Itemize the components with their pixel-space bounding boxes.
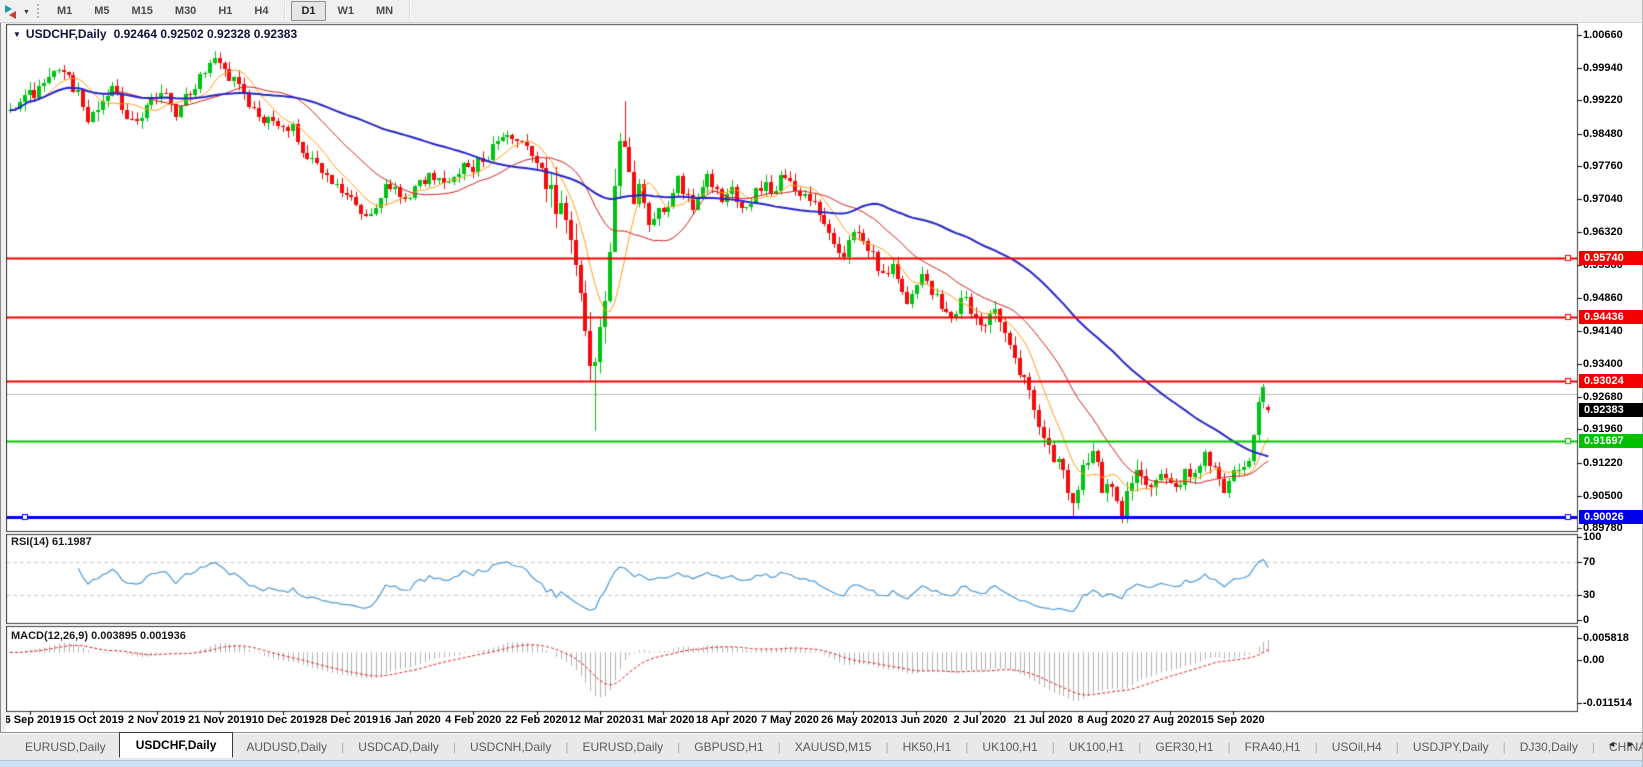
date-axis-label: 7 May 2020 <box>761 714 819 726</box>
chart-title: ▼ USDCHF,Daily 0.92464 0.92502 0.92328 0.9… <box>13 27 297 41</box>
date-axis-label: 27 Aug 2020 <box>1138 714 1202 726</box>
chart-tab-hk50-h1[interactable]: HK50,H1 <box>890 736 965 758</box>
date-axis-label: 4 Feb 2020 <box>445 714 501 726</box>
date-axis-label: 15 Oct 2019 <box>63 714 124 726</box>
rsi-axis-label: 0 <box>1583 614 1589 626</box>
chart-tab-usdcad-daily[interactable]: USDCAD,Daily <box>345 736 452 758</box>
date-axis-label: 12 Mar 2020 <box>569 714 631 726</box>
chart-tab-uk100-h1[interactable]: UK100,H1 <box>969 736 1050 758</box>
date-axis-label: 15 Sep 2020 <box>1202 714 1265 726</box>
chart-tab-usdchf-daily[interactable]: USDCHF,Daily <box>119 732 234 758</box>
date-axis-label: 2 Jul 2020 <box>954 714 1007 726</box>
toolbar-grip[interactable] <box>37 4 39 18</box>
price-axis-label: 0.96320 <box>1583 226 1623 238</box>
symbol-period-label: USDCHF,Daily <box>26 27 107 41</box>
date-axis-label: 26 May 2020 <box>821 714 885 726</box>
timeframe-button-m30[interactable]: M30 <box>165 1 206 21</box>
date-axis-label: 18 Apr 2020 <box>696 714 757 726</box>
price-axis-label: 0.91220 <box>1583 457 1623 469</box>
price-axis-label: 0.94140 <box>1583 325 1623 337</box>
price-line-tag: 0.95740 <box>1579 251 1643 265</box>
macd-axis-label: -0.011514 <box>1583 697 1632 709</box>
date-axis-label: 26 Sep 2019 <box>0 714 62 726</box>
date-axis-label: 10 Dec 2019 <box>252 714 315 726</box>
chart-tab-eurusd-daily[interactable]: EURUSD,Daily <box>569 736 676 758</box>
chart-shift-icon[interactable] <box>3 3 21 19</box>
chart-tab-uk100-h1[interactable]: UK100,H1 <box>1056 736 1137 758</box>
price-axis-label: 0.97040 <box>1583 193 1623 205</box>
price-axis-label: 0.99940 <box>1583 62 1623 74</box>
macd-indicator-label: MACD(12,26,9) 0.003895 0.001936 <box>11 630 186 642</box>
toolbar-separator <box>409 2 410 20</box>
date-axis-label: 31 Mar 2020 <box>632 714 694 726</box>
price-axis-label: 0.98480 <box>1583 128 1623 140</box>
price-axis-label: 0.93400 <box>1583 358 1623 370</box>
price-axis-label: 0.99220 <box>1583 94 1623 106</box>
date-axis-label: 21 Nov 2019 <box>188 714 252 726</box>
chevron-down-icon[interactable]: ▼ <box>23 9 30 16</box>
timeframe-button-m1[interactable]: M1 <box>47 1 82 21</box>
chart-tab-dj30-daily[interactable]: DJ30,Daily <box>1507 736 1591 758</box>
date-axis-label: 2 Nov 2019 <box>128 714 185 726</box>
tab-scroll-left-icon[interactable]: ◄ <box>1607 739 1616 749</box>
price-axis-label: 1.00660 <box>1583 29 1623 41</box>
price-axis-label: 0.94860 <box>1583 292 1623 304</box>
price-axis-label: 0.92680 <box>1583 391 1623 403</box>
window-left-edge <box>0 22 6 732</box>
rsi-axis-label: 100 <box>1583 531 1601 543</box>
tab-scroll-right-icon[interactable]: ► <box>1626 739 1635 749</box>
timeframe-button-w1[interactable]: W1 <box>328 1 365 21</box>
rsi-axis-label: 30 <box>1583 589 1595 601</box>
date-axis-label: 8 Aug 2020 <box>1078 714 1136 726</box>
timeframe-buttons: M1M5M15M30H1H4 D1W1MN <box>46 1 415 21</box>
status-strip <box>0 760 1642 767</box>
chart-tab-eurusd-daily[interactable]: EURUSD,Daily <box>12 736 119 758</box>
ohlc-values: 0.92464 0.92502 0.92328 0.92383 <box>114 27 298 41</box>
current-price-tag: 0.92383 <box>1579 403 1643 417</box>
chart-tab-fra40-h1[interactable]: FRA40,H1 <box>1232 736 1314 758</box>
chart-tab-usoil-h4[interactable]: USOil,H4 <box>1319 736 1395 758</box>
date-axis-label: 28 Dec 2019 <box>315 714 378 726</box>
chart-tab-audusd-daily[interactable]: AUDUSD,Daily <box>233 736 340 758</box>
macd-axis-label: 0.005818 <box>1583 632 1629 644</box>
price-axis-label: 0.90500 <box>1583 490 1623 502</box>
price-line-tag: 0.93024 <box>1579 374 1643 388</box>
timeframe-button-d1[interactable]: D1 <box>291 1 325 21</box>
toolbar-separator <box>284 2 285 20</box>
rsi-indicator-label: RSI(14) 61.1987 <box>11 536 92 548</box>
timeframe-button-m5[interactable]: M5 <box>84 1 119 21</box>
chart-tab-xauusd-m15[interactable]: XAUUSD,M15 <box>782 736 885 758</box>
tab-scroll-arrows: ◄ ► <box>1607 739 1635 749</box>
price-axis-label: 0.97760 <box>1583 160 1623 172</box>
timeframe-button-h4[interactable]: H4 <box>244 1 278 21</box>
chart-tab-usdcnh-daily[interactable]: USDCNH,Daily <box>457 736 564 758</box>
timeframe-button-h1[interactable]: H1 <box>208 1 242 21</box>
collapse-triangle-icon[interactable]: ▼ <box>13 30 21 39</box>
rsi-axis-label: 70 <box>1583 556 1595 568</box>
price-line-tag: 0.94436 <box>1579 310 1643 324</box>
red-arrow-icon <box>9 11 16 19</box>
timeframe-button-m15[interactable]: M15 <box>122 1 163 21</box>
date-axis-label: 22 Feb 2020 <box>505 714 567 726</box>
chart-tabs-bar: EURUSD,DailyUSDCHF,DailyAUDUSD,Daily|USD… <box>0 732 1642 760</box>
price-chart-canvas[interactable] <box>0 0 1643 767</box>
timeframe-toolbar: ▼ M1M5M15M30H1H4 D1W1MN <box>0 0 1642 23</box>
date-axis-label: 13 Jun 2020 <box>885 714 947 726</box>
chart-tab-ger30-h1[interactable]: GER30,H1 <box>1142 736 1226 758</box>
chart-tab-gbpusd-h1[interactable]: GBPUSD,H1 <box>681 736 776 758</box>
date-axis-label: 21 Jul 2020 <box>1014 714 1073 726</box>
price-line-tag: 0.91697 <box>1579 434 1643 448</box>
chart-tab-usdjpy-daily[interactable]: USDJPY,Daily <box>1400 736 1502 758</box>
macd-axis-label: 0.00 <box>1583 654 1604 666</box>
price-line-tag: 0.90026 <box>1579 510 1643 524</box>
mt4-window: ▼ M1M5M15M30H1H4 D1W1MN ▼ USDCHF,Daily 0.92… <box>0 0 1643 767</box>
timeframe-button-mn[interactable]: MN <box>366 1 403 21</box>
date-axis-label: 16 Jan 2020 <box>379 714 441 726</box>
